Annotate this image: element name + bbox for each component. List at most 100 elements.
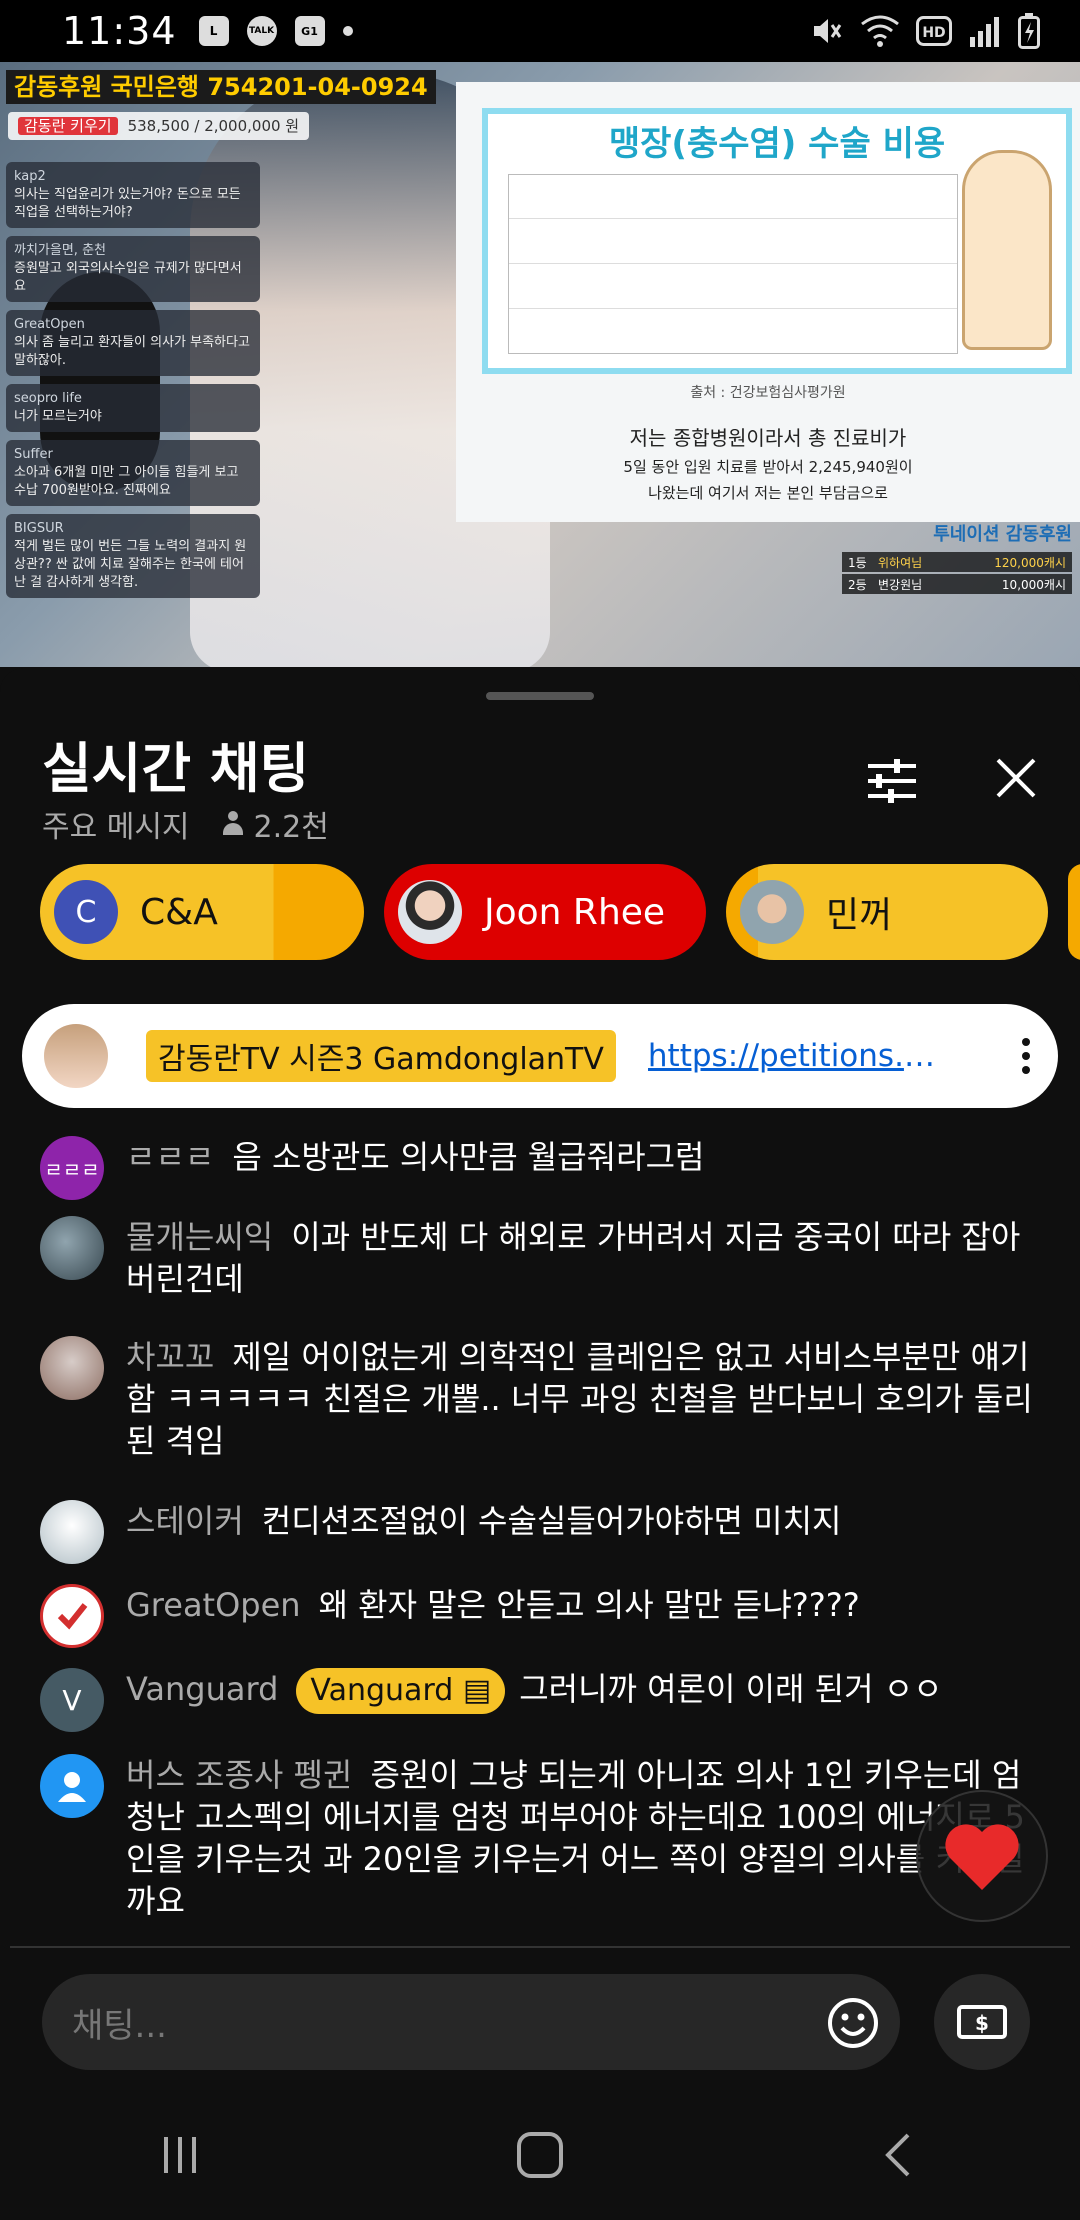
money-icon: $ xyxy=(957,2005,1007,2039)
pinned-avatar xyxy=(44,1024,108,1088)
ticker-item[interactable]: 민꺼 xyxy=(726,864,1048,960)
chat-avatar: V xyxy=(40,1668,104,1732)
chat-author: 물개는씨익 xyxy=(126,1218,274,1256)
slide-caption: 5일 동안 입원 치료를 받아서 2,245,940원이 xyxy=(623,458,913,476)
chat-author: 차꼬꼬 xyxy=(126,1338,215,1376)
drag-handle[interactable] xyxy=(486,692,594,700)
chat-text: 왜 환자 말은 안듣고 의사 말만 듣냐???? xyxy=(318,1586,860,1624)
overlay-chat-name: Suffer xyxy=(14,447,53,462)
chat-avatar xyxy=(40,1500,104,1564)
live-chat-panel: 실시간 채팅 주요 메시지 2.2천 C C&A Joon Rhee 민꺼 감동… xyxy=(0,668,1080,2070)
chat-text: 음 소방관도 의사만큼 월급줘라그럼 xyxy=(232,1138,705,1176)
svg-text:$: $ xyxy=(975,2011,989,2035)
overlay-chat-item: BIGSUR 적게 벌든 많이 번든 그들 노력의 결과지 원상관?? 싼 값에 … xyxy=(6,514,260,598)
donation-goal: 감동란 키우기 538,500 / 2,000,000 원 xyxy=(8,112,310,140)
pinned-message[interactable]: 감동란TV 시즌3 GamdonglanTV https://petitions… xyxy=(22,1004,1058,1108)
tune-icon[interactable] xyxy=(864,756,920,806)
cost-table-image xyxy=(508,174,958,354)
ticker-item[interactable]: C C&A xyxy=(40,864,364,960)
pinned-link[interactable]: https://petitions.a... xyxy=(648,1038,948,1074)
chat-text: 컨디션조절없이 수술실들어가야하면 미치지 xyxy=(261,1502,842,1540)
ticker-avatar xyxy=(740,880,804,944)
ticker-item[interactable] xyxy=(1068,864,1080,960)
video-player[interactable]: 감동후원 국민은행 754201-04-0924 감동란 키우기 538,500 … xyxy=(0,62,1080,667)
ranking-amount: 120,000캐시 xyxy=(994,555,1066,570)
overlay-chat-text: 소아과 6개월 미만 그 아이들 힘들게 보고 수납 700원받아요. 진짜에요 xyxy=(14,465,239,498)
chat-message[interactable]: GreatOpen 왜 환자 말은 안듣고 의사 말만 듣냐???? xyxy=(40,1584,1040,1648)
slide-source: 출처 : 건강보험심사평가원 xyxy=(690,385,846,401)
chat-avatar xyxy=(40,1216,104,1280)
chat-message[interactable]: 스테이커 컨디션조절없이 수술실들어가야하면 미치지 xyxy=(40,1500,1040,1564)
chat-message-body: 차꼬꼬 제일 어이없는게 의학적인 클레임은 없고 서비스부분만 얘기함 ㅋㅋㅋㅋ… xyxy=(126,1336,1040,1462)
more-notifications-icon xyxy=(342,26,353,36)
notification-icons: L TALK G1 xyxy=(198,16,353,46)
donation-ranking: 투네이션 감동후원 1등 위하여님 120,000캐시 2등 변강원님 10,000캐시 xyxy=(842,520,1072,594)
donation-banner: 감동후원 국민은행 754201-04-0924 xyxy=(6,70,436,104)
doctor-illustration xyxy=(962,150,1052,350)
viewer-count-value: 2.2천 xyxy=(253,810,329,845)
chat-message[interactable]: 물개는씨익 이과 반도체 다 해외로 가버려서 지금 중국이 따라 잡아버린건데 xyxy=(40,1216,1040,1300)
chat-message-body: 버스 조종사 펭귄 증원이 그냥 되는게 아니죠 의사 1인 키우는데 엄청난 고… xyxy=(126,1754,1040,1922)
chat-author: Vanguard xyxy=(126,1670,279,1708)
heart-icon xyxy=(945,1824,1019,1890)
ranking-row: 1등 위하여님 120,000캐시 xyxy=(842,552,1072,572)
chat-message[interactable]: 버스 조종사 펭귄 증원이 그냥 되는게 아니죠 의사 1인 키우는데 엄청난 고… xyxy=(40,1754,1040,1922)
chat-input[interactable]: 채팅... xyxy=(42,1974,900,2070)
recents-icon[interactable] xyxy=(156,2131,204,2179)
ranking-name: 위하여님 xyxy=(878,555,923,570)
battery-icon xyxy=(1018,13,1040,49)
ticker-item[interactable]: Joon Rhee xyxy=(384,864,706,960)
chat-message-body: GreatOpen 왜 환자 말은 안듣고 의사 말만 듣냐???? xyxy=(126,1584,860,1648)
chat-author: 스테이커 xyxy=(126,1502,244,1540)
system-icons: HD xyxy=(808,13,1040,49)
chat-message-body: Vanguard Vanguard ▤ 그러니까 여론이 이래 된거 ㅇㅇ xyxy=(126,1668,943,1732)
wifi-icon xyxy=(861,15,899,47)
chat-message-body: ㄹㄹㄹ 음 소방관도 의사만큼 월급줘라그럼 xyxy=(126,1136,704,1200)
slide-caption: 나왔는데 여기서 저는 본인 부담금으로 xyxy=(648,484,888,502)
chat-author: GreatOpen xyxy=(126,1586,301,1624)
back-icon[interactable] xyxy=(876,2131,924,2179)
system-navigation-bar xyxy=(0,2090,1080,2220)
more-vert-icon[interactable] xyxy=(1016,1038,1036,1074)
person-icon xyxy=(220,811,246,837)
hd-icon: HD xyxy=(916,16,952,46)
overlay-chat-item: kap2 의사는 직업윤리가 있는거야? 돈으로 모든 직업을 선택하는거야? xyxy=(6,162,260,228)
emoji-icon[interactable] xyxy=(826,1996,880,2050)
chat-text: 제일 어이없는게 의학적인 클레임은 없고 서비스부분만 얘기함 ㅋㅋㅋㅋㅋ 친… xyxy=(126,1338,1033,1460)
status-bar: 11:34 L TALK G1 HD xyxy=(0,0,1080,62)
overlay-chat-text: 너가 모르는거야 xyxy=(14,409,102,424)
close-icon[interactable] xyxy=(990,752,1042,804)
overlay-chat-name: kap2 xyxy=(14,169,46,184)
chat-message[interactable]: V Vanguard Vanguard ▤ 그러니까 여론이 이래 된거 ㅇㅇ xyxy=(40,1668,1040,1732)
svg-text:HD: HD xyxy=(922,25,945,41)
overlay-chat-text: 의사는 직업윤리가 있는거야? 돈으로 모든 직업을 선택하는거야? xyxy=(14,187,241,220)
chat-author: 버스 조종사 펭귄 xyxy=(126,1756,353,1794)
chat-message-body: 물개는씨익 이과 반도체 다 해외로 가버려서 지금 중국이 따라 잡아버린건데 xyxy=(126,1216,1040,1300)
chat-title: 실시간 채팅 xyxy=(42,737,310,800)
overlay-chat-item: Suffer 소아과 6개월 미만 그 아이들 힘들게 보고 수납 700원받아요… xyxy=(6,440,260,506)
chat-filter-label[interactable]: 주요 메시지 xyxy=(42,802,190,846)
ticker-avatar xyxy=(398,880,462,944)
chat-avatar xyxy=(40,1754,104,1818)
signal-icon xyxy=(970,17,999,47)
chat-author: ㄹㄹㄹ xyxy=(126,1138,215,1176)
chat-avatar xyxy=(40,1336,104,1400)
g1-notification-icon: G1 xyxy=(294,16,325,46)
chat-message[interactable]: ㄹㄹㄹ ㄹㄹㄹ 음 소방관도 의사만큼 월급줘라그럼 xyxy=(40,1136,1040,1200)
overlay-chat-name: BIGSUR xyxy=(14,521,64,536)
chat-message-list: ㄹㄹㄹ ㄹㄹㄹ 음 소방관도 의사만큼 월급줘라그럼 물개는씨익 이과 반도체 다 … xyxy=(0,1116,1080,1606)
home-icon[interactable] xyxy=(515,2130,565,2180)
check-avatar-icon xyxy=(40,1584,104,1648)
overlay-chat-name: GreatOpen xyxy=(14,317,85,332)
member-badge-label: Vanguard xyxy=(310,1673,454,1708)
overlay-chat-text: 의사 좀 늘리고 환자들이 의사가 부족하다고 말하잖아. xyxy=(14,335,250,368)
chat-message[interactable]: 차꼬꼬 제일 어이없는게 의학적인 클레임은 없고 서비스부분만 얘기함 ㅋㅋㅋㅋ… xyxy=(40,1336,1040,1462)
ticker-name: C&A xyxy=(140,891,218,933)
heart-reaction-button[interactable] xyxy=(916,1790,1048,1922)
super-chat-button[interactable]: $ xyxy=(934,1974,1030,2070)
presentation-slide: 맹장(충수염) 수술 비용 출처 : 건강보험심사평가원 저는 종합병원이라서 … xyxy=(456,82,1080,522)
ticker-name: Joon Rhee xyxy=(484,891,666,933)
l-notification-icon: L xyxy=(198,16,229,46)
overlay-chat-text: 증원말고 외국의사수입은 규제가 많다면서요 xyxy=(14,261,242,294)
viewer-count: 2.2천 xyxy=(220,802,329,846)
